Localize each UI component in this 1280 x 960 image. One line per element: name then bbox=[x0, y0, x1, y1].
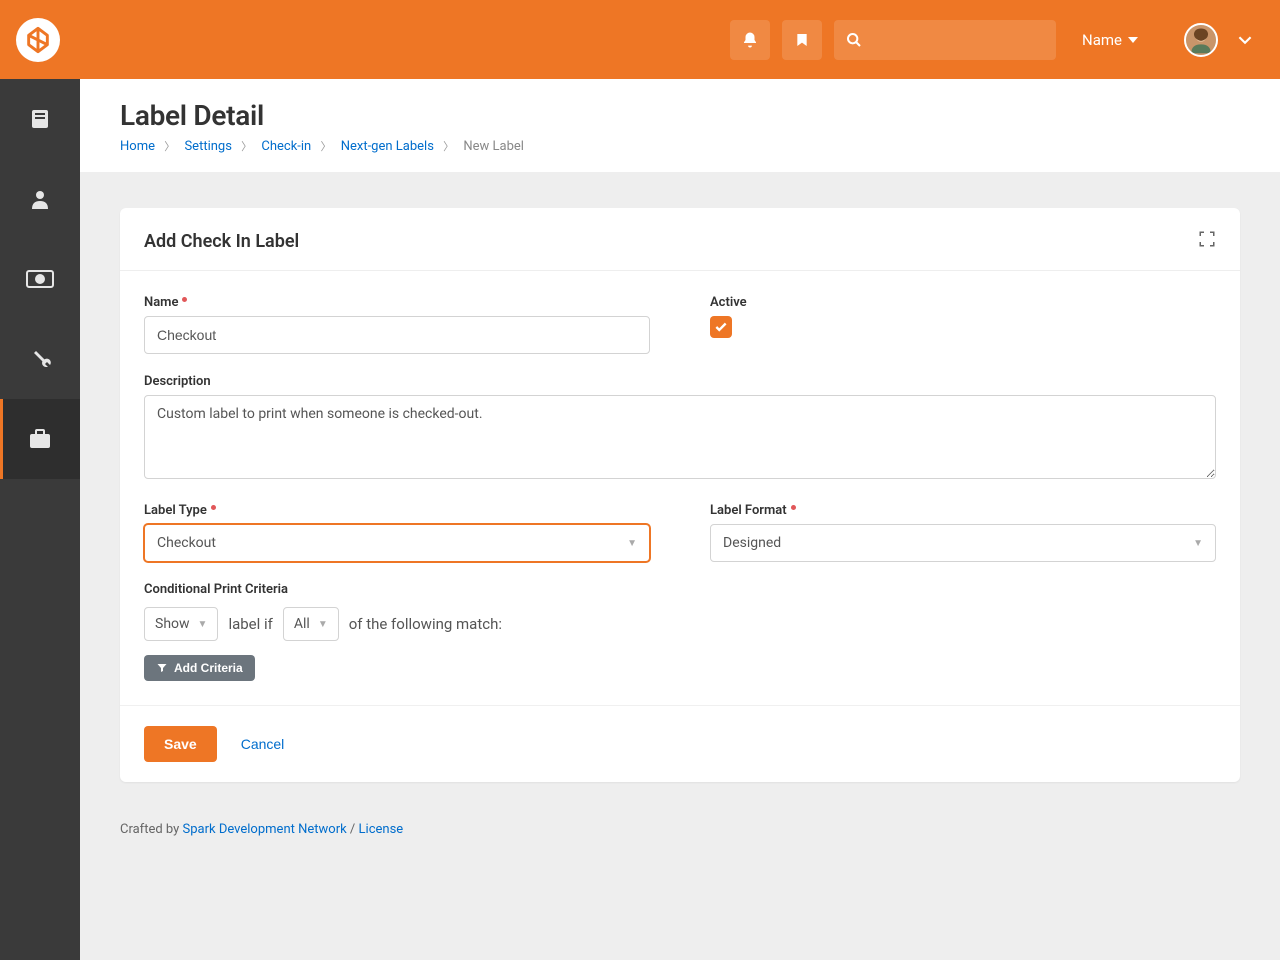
search-type-select[interactable]: Name bbox=[1068, 20, 1152, 60]
bookmarks-button[interactable] bbox=[782, 20, 822, 60]
description-label: Description bbox=[144, 374, 1216, 389]
sidebar-item-book[interactable] bbox=[0, 79, 80, 159]
caret-down-icon: ▼ bbox=[318, 619, 328, 630]
breadcrumb: Home 〉 Settings 〉 Check-in 〉 Next-gen La… bbox=[120, 138, 1240, 154]
breadcrumb-link[interactable]: Next-gen Labels bbox=[341, 139, 434, 154]
sidebar-item-person[interactable] bbox=[0, 159, 80, 239]
search-box[interactable] bbox=[834, 20, 1056, 60]
bookmark-icon bbox=[794, 31, 810, 49]
label-format-select[interactable]: Designed ▼ bbox=[710, 524, 1216, 562]
cancel-button[interactable]: Cancel bbox=[241, 736, 285, 752]
wrench-icon bbox=[28, 347, 52, 371]
app-logo[interactable] bbox=[16, 18, 60, 62]
footer-license-link[interactable]: License bbox=[359, 822, 404, 837]
save-button[interactable]: Save bbox=[144, 726, 217, 762]
caret-down-icon bbox=[1128, 35, 1138, 45]
caret-down-icon: ▼ bbox=[627, 538, 637, 549]
panel-title: Add Check In Label bbox=[144, 231, 299, 252]
label-type-select[interactable]: Checkout ▼ bbox=[144, 524, 650, 562]
bell-icon bbox=[741, 31, 759, 49]
user-menu-toggle[interactable] bbox=[1238, 33, 1252, 47]
label-format-label: Label Format bbox=[710, 503, 1216, 518]
sidebar-item-admin[interactable] bbox=[0, 399, 80, 479]
chevron-down-icon bbox=[1238, 33, 1252, 47]
breadcrumb-link[interactable]: Settings bbox=[184, 139, 231, 154]
name-input[interactable] bbox=[144, 316, 650, 354]
footer-text: Crafted by Spark Development Network / L… bbox=[120, 822, 1240, 877]
filter-icon bbox=[156, 662, 168, 674]
panel: Add Check In Label Name bbox=[120, 208, 1240, 782]
required-indicator bbox=[211, 505, 216, 510]
chevron-right-icon: 〉 bbox=[320, 140, 331, 153]
criteria-all-select[interactable]: All ▼ bbox=[283, 607, 339, 641]
book-icon bbox=[28, 107, 52, 131]
breadcrumb-link[interactable]: Check-in bbox=[261, 139, 311, 154]
criteria-text: label if bbox=[228, 615, 272, 633]
user-avatar[interactable] bbox=[1184, 23, 1218, 57]
briefcase-icon bbox=[28, 428, 52, 450]
page-title: Label Detail bbox=[120, 99, 1240, 132]
check-icon bbox=[714, 320, 728, 334]
label-type-label: Label Type bbox=[144, 503, 650, 518]
chevron-right-icon: 〉 bbox=[164, 140, 175, 153]
notifications-button[interactable] bbox=[730, 20, 770, 60]
caret-down-icon: ▼ bbox=[1193, 538, 1203, 549]
search-icon bbox=[846, 32, 862, 48]
expand-icon bbox=[1198, 230, 1216, 248]
topbar: Name bbox=[0, 0, 1280, 79]
chevron-right-icon: 〉 bbox=[443, 140, 454, 153]
money-icon bbox=[26, 270, 54, 288]
required-indicator bbox=[791, 505, 796, 510]
footer-org-link[interactable]: Spark Development Network bbox=[183, 822, 347, 837]
breadcrumb-current: New Label bbox=[463, 139, 524, 154]
add-criteria-button[interactable]: Add Criteria bbox=[144, 655, 255, 681]
sidebar bbox=[0, 79, 80, 960]
criteria-text: of the following match: bbox=[349, 615, 502, 633]
sidebar-item-money[interactable] bbox=[0, 239, 80, 319]
name-label: Name bbox=[144, 295, 650, 310]
page-header: Label Detail Home 〉 Settings 〉 Check-in … bbox=[80, 79, 1280, 172]
criteria-show-select[interactable]: Show ▼ bbox=[144, 607, 218, 641]
person-icon bbox=[28, 187, 52, 211]
description-input[interactable] bbox=[144, 395, 1216, 479]
criteria-label: Conditional Print Criteria bbox=[144, 582, 1216, 597]
sidebar-item-tools[interactable] bbox=[0, 319, 80, 399]
fullscreen-button[interactable] bbox=[1198, 230, 1216, 252]
chevron-right-icon: 〉 bbox=[241, 140, 252, 153]
active-label: Active bbox=[710, 295, 1216, 310]
required-indicator bbox=[182, 297, 187, 302]
search-type-label: Name bbox=[1082, 31, 1122, 49]
active-checkbox[interactable] bbox=[710, 316, 732, 338]
breadcrumb-link[interactable]: Home bbox=[120, 139, 155, 154]
caret-down-icon: ▼ bbox=[198, 619, 208, 630]
